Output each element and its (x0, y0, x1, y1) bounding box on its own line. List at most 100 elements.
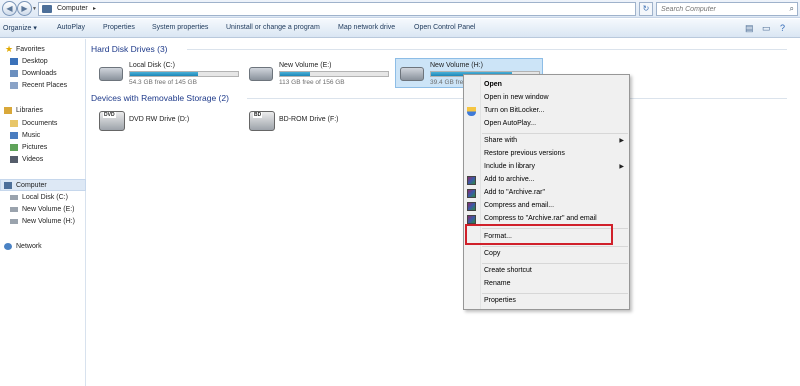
computer-icon (4, 182, 12, 189)
help-icon[interactable]: ? (780, 23, 785, 33)
sidebar-label: Music (22, 132, 41, 139)
drive-name: New Volume (E:) (279, 62, 332, 69)
sidebar-label: Documents (22, 120, 58, 127)
drive-usage-bar (279, 71, 389, 77)
menu-item-create-shortcut[interactable]: Create shortcut (484, 267, 532, 274)
sidebar-item-local-disk-c[interactable]: Local Disk (C:) (0, 192, 86, 204)
network-icon (4, 243, 12, 250)
menu-item-compress-email[interactable]: Compress and email... (484, 202, 554, 209)
drive-free-space: 39.4 GB free (430, 79, 467, 86)
winrar-icon (467, 189, 476, 198)
uninstall-program-button[interactable]: Uninstall or change a program (226, 24, 320, 31)
address-field[interactable]: Computer ▸ ▼ (38, 2, 668, 16)
drive-usage-fill (280, 72, 311, 76)
drive-bd-rom-f[interactable]: BD BD-ROM Drive (F:) (245, 107, 395, 137)
group-divider (187, 49, 787, 50)
menu-separator (482, 263, 628, 264)
sidebar-item-recent-places[interactable]: Recent Places (0, 80, 86, 92)
menu-item-include-library[interactable]: Include in library (484, 163, 535, 170)
hard-drive-icon (10, 195, 18, 200)
organize-button[interactable]: Organize ▾ (3, 24, 37, 32)
menu-item-add-archive-rar[interactable]: Add to "Archive.rar" (484, 189, 545, 196)
navigation-pane: ★ Favorites Desktop Downloads Recent Pla… (0, 39, 86, 386)
breadcrumb-chevron-icon[interactable]: ▸ (93, 5, 96, 12)
winrar-icon (467, 215, 476, 224)
forward-button[interactable]: ▶ (17, 1, 32, 16)
menu-item-compress-rar-email[interactable]: Compress to "Archive.rar" and email (484, 215, 597, 222)
recent-places-icon (10, 82, 18, 89)
winrar-icon (467, 202, 476, 211)
search-icon[interactable]: ⌕ (790, 4, 794, 14)
sidebar-item-libraries[interactable]: Libraries (0, 105, 86, 117)
sidebar-item-computer[interactable]: Computer (0, 179, 86, 191)
menu-item-open-new-window[interactable]: Open in new window (484, 94, 549, 101)
properties-button[interactable]: Properties (103, 24, 135, 31)
removable-storage-header[interactable]: Devices with Removable Storage (2) (91, 93, 229, 103)
sidebar-label: Network (16, 243, 42, 250)
preview-pane-icon[interactable]: ▭ (762, 23, 771, 34)
hard-drive-icon (10, 219, 18, 224)
back-button[interactable]: ◀ (2, 1, 17, 16)
sidebar-item-new-volume-e[interactable]: New Volume (E:) (0, 204, 86, 216)
libraries-icon (4, 107, 12, 114)
computer-icon (42, 5, 52, 13)
shield-icon (467, 107, 476, 116)
menu-item-autoplay[interactable]: Open AutoPlay... (484, 120, 536, 127)
search-box[interactable]: ⌕ (656, 2, 798, 16)
sidebar-label: Downloads (22, 70, 57, 77)
format-highlight-box (465, 224, 613, 245)
sidebar-label: Recent Places (22, 82, 68, 89)
sidebar-item-new-volume-h[interactable]: New Volume (H:) (0, 216, 86, 228)
hard-disk-drives-header[interactable]: Hard Disk Drives (3) (91, 44, 168, 54)
sidebar-item-desktop[interactable]: Desktop (0, 56, 86, 68)
sidebar-item-documents[interactable]: Documents (0, 118, 86, 130)
search-input[interactable] (657, 3, 782, 15)
sidebar-item-favorites[interactable]: ★ Favorites (0, 44, 86, 56)
downloads-icon (10, 70, 18, 77)
menu-item-restore-versions[interactable]: Restore previous versions (484, 150, 565, 157)
drive-new-volume-e[interactable]: New Volume (E:) 113 GB free of 156 GB (245, 59, 395, 89)
hard-drive-icon (10, 207, 18, 212)
menu-item-properties[interactable]: Properties (484, 297, 516, 304)
documents-icon (10, 120, 18, 127)
drive-dvd-rw-d[interactable]: DVD DVD RW Drive (D:) (95, 107, 245, 137)
menu-item-add-archive[interactable]: Add to archive... (484, 176, 535, 183)
address-bar-area: ◀ ▶ ▼ Computer ▸ ▼ ↻ ⌕ (0, 0, 800, 18)
menu-icon-gutter (480, 77, 481, 309)
address-path[interactable]: Computer (57, 5, 88, 12)
sidebar-item-downloads[interactable]: Downloads (0, 68, 86, 80)
menu-item-rename[interactable]: Rename (484, 280, 510, 287)
map-network-drive-button[interactable]: Map network drive (338, 24, 395, 31)
sidebar-item-videos[interactable]: Videos (0, 154, 86, 166)
winrar-icon (467, 176, 476, 185)
sidebar-label: Videos (22, 156, 44, 163)
drive-name: Local Disk (C:) (129, 62, 175, 69)
sidebar-label: Pictures (22, 144, 48, 151)
sidebar-label: Libraries (16, 107, 43, 114)
menu-item-copy[interactable]: Copy (484, 250, 500, 257)
sidebar-label: New Volume (E:) (22, 206, 75, 213)
sidebar-item-network[interactable]: Network (0, 241, 86, 253)
recent-pages-dropdown-icon[interactable]: ▼ (32, 6, 37, 12)
pictures-icon (10, 144, 18, 151)
submenu-arrow-icon: ▶ (619, 138, 624, 144)
bd-label: BD (253, 112, 263, 118)
context-menu: Open Open in new window Turn on BitLocke… (463, 74, 630, 310)
sidebar-item-music[interactable]: Music (0, 130, 86, 142)
autoplay-button[interactable]: AutoPlay (57, 24, 85, 31)
refresh-button[interactable]: ↻ (639, 2, 653, 16)
open-control-panel-button[interactable]: Open Control Panel (414, 24, 475, 31)
menu-item-bitlocker[interactable]: Turn on BitLocker... (484, 107, 544, 114)
sidebar-label: Computer (16, 182, 47, 189)
change-view-icon[interactable]: ▤ (745, 23, 754, 34)
system-properties-button[interactable]: System properties (152, 24, 208, 31)
hard-drive-icon (400, 67, 424, 81)
videos-icon (10, 156, 18, 163)
menu-item-share-with[interactable]: Share with (484, 137, 517, 144)
sidebar-item-pictures[interactable]: Pictures (0, 142, 86, 154)
organize-label: Organize (3, 25, 32, 32)
drive-local-disk-c[interactable]: Local Disk (C:) 54.3 GB free of 145 GB (95, 59, 245, 89)
menu-separator (482, 246, 628, 247)
drive-usage-bar (129, 71, 239, 77)
menu-item-open[interactable]: Open (484, 81, 502, 88)
